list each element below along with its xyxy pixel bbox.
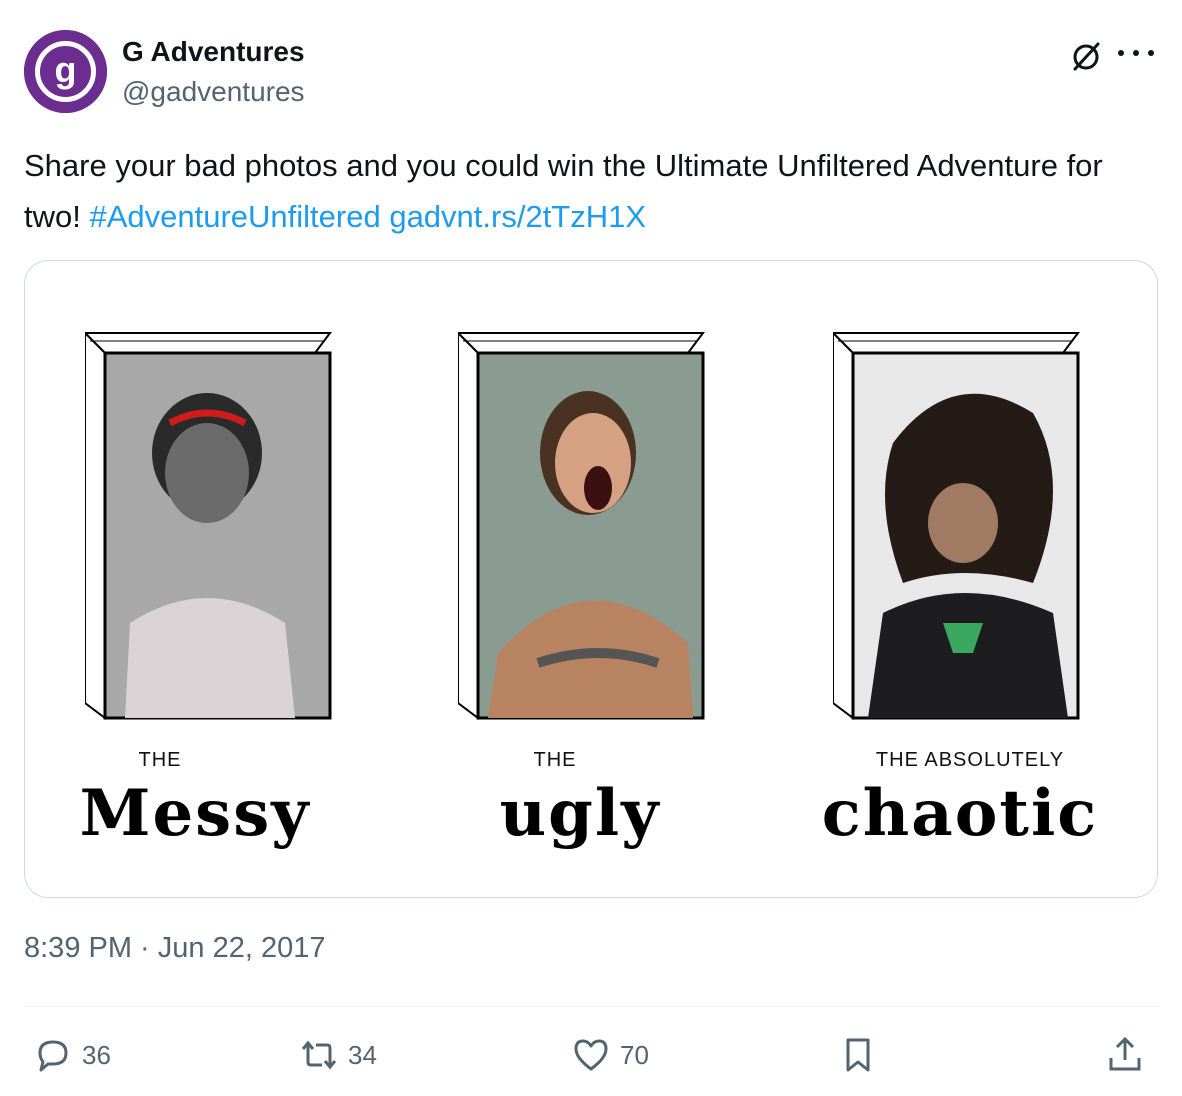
grok-icon[interactable] <box>1066 36 1106 76</box>
reply-count: 36 <box>82 1039 111 1070</box>
share-icon <box>1109 1036 1141 1071</box>
hashtag-link[interactable]: #AdventureUnfiltered <box>89 199 380 234</box>
g-adventures-logo-icon: g <box>24 30 107 113</box>
reply-button[interactable]: 36 <box>34 1030 111 1080</box>
caption-small: THE <box>138 749 182 771</box>
media-panel-chaotic: THE ABSOLUTELY chaotic <box>775 261 1096 897</box>
photo-frame-ugly <box>458 331 705 720</box>
action-bar: 36 34 70 <box>24 1030 1158 1080</box>
caption-big: ugly <box>499 776 661 851</box>
caption-small: THE <box>533 749 577 771</box>
media-panel-messy: THE Messy <box>25 261 332 897</box>
photo-frame-messy <box>85 331 332 720</box>
caption-big: Messy <box>79 776 311 851</box>
caption-big: chaotic <box>821 776 1099 851</box>
svg-text:g: g <box>55 49 77 90</box>
bookmark-button[interactable] <box>839 1030 877 1080</box>
retweet-button[interactable]: 34 <box>300 1030 377 1080</box>
media-panel-ugly: THE ugly <box>400 261 705 897</box>
retweet-icon <box>301 1040 337 1070</box>
more-options-icon[interactable] <box>1118 38 1154 68</box>
share-button[interactable] <box>1106 1030 1144 1080</box>
like-button[interactable]: 70 <box>572 1030 649 1080</box>
heart-icon <box>574 1039 608 1071</box>
tweet-header: g G Adventures @gadventures <box>24 28 1158 118</box>
tweet-timestamp[interactable]: 8:39 PM · Jun 22, 2017 <box>24 932 325 965</box>
avatar[interactable]: g <box>24 30 107 113</box>
author-handle[interactable]: @gadventures <box>122 76 305 108</box>
reply-icon <box>38 1040 68 1072</box>
author-name[interactable]: G Adventures <box>122 36 305 68</box>
retweet-count: 34 <box>348 1039 377 1070</box>
caption-small: THE ABSOLUTELY <box>875 749 1065 771</box>
divider <box>24 1006 1158 1007</box>
photo-frame-chaotic <box>833 331 1080 720</box>
tweet-text: Share your bad photos and you could win … <box>24 140 1144 242</box>
tweet-media-image[interactable]: THE Messy THE ugly THE ABSOLUTELY chaoti… <box>24 260 1158 898</box>
like-count: 70 <box>620 1039 649 1070</box>
bookmark-icon <box>846 1038 870 1072</box>
url-link[interactable]: gadvnt.rs/2tTzH1X <box>389 199 646 234</box>
